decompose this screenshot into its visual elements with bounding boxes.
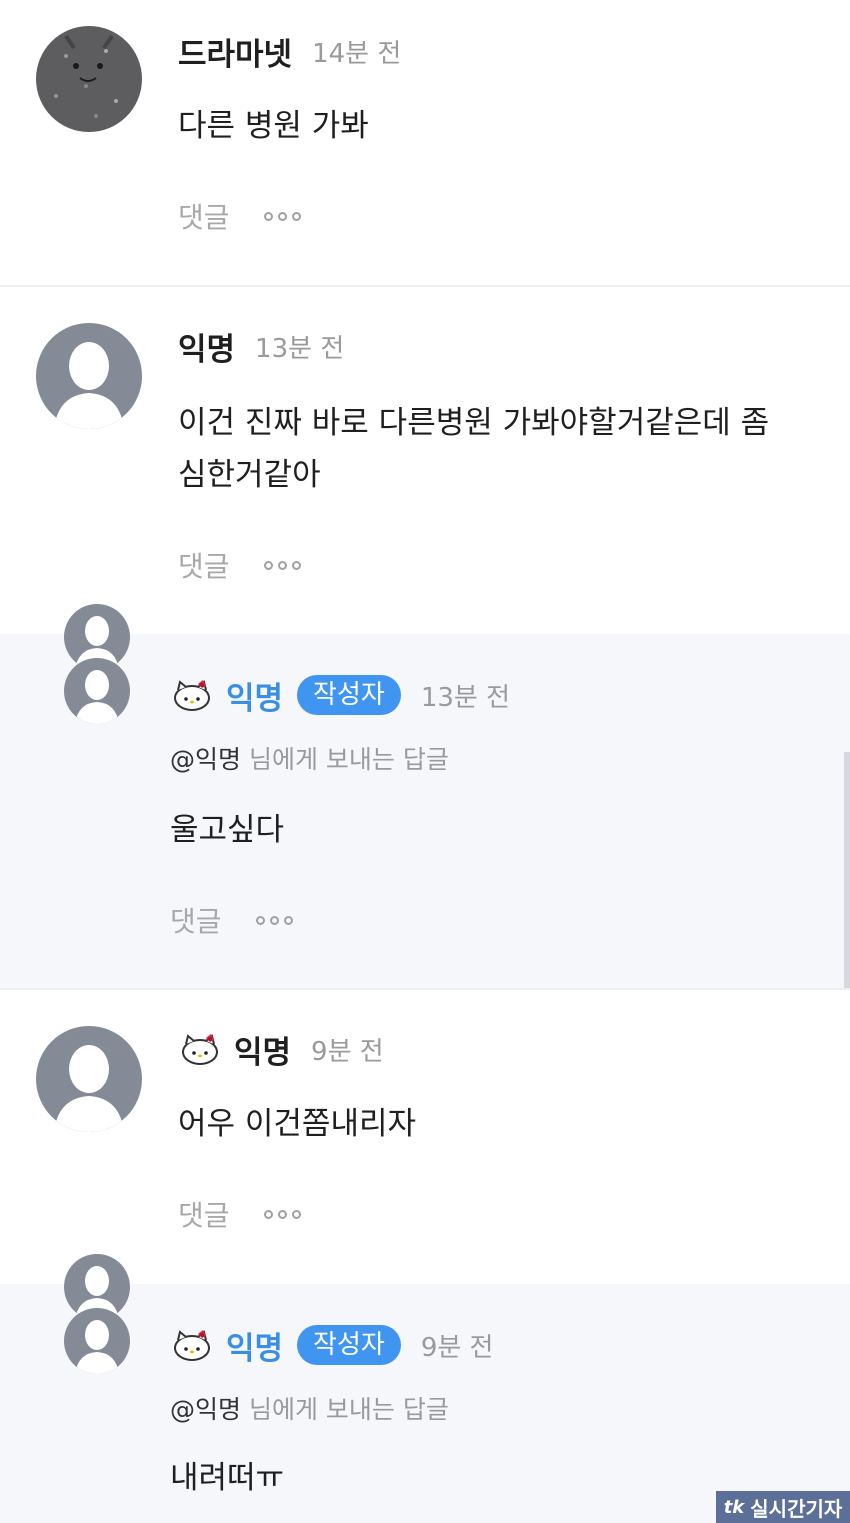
mention-suffix: 님에게 보내는 답글 xyxy=(248,745,449,774)
mention-suffix: 님에게 보내는 답글 xyxy=(248,1395,449,1424)
watermark-text: 실시간기자 xyxy=(750,1496,843,1521)
more-dots-icon[interactable] xyxy=(263,560,301,570)
reply-button[interactable]: 댓글 xyxy=(178,1194,230,1234)
comment-text-line: 심한거같아 xyxy=(178,457,321,493)
author-name[interactable]: 익명 xyxy=(226,1323,283,1368)
hello-kitty-icon xyxy=(174,1330,210,1361)
user-avatar[interactable] xyxy=(36,26,142,132)
watermark: tk 실시간기자 xyxy=(716,1491,850,1523)
comment-text: 이건 진짜 바로 다른병원 가봐야할거같은데 좀 심한거같아 xyxy=(178,397,769,501)
comment-header: 드라마넷 14분 전 xyxy=(178,26,401,76)
more-dots-icon[interactable] xyxy=(263,1209,301,1219)
default-avatar-icon xyxy=(64,658,130,724)
stacked-avatars xyxy=(64,1254,130,1374)
default-avatar-icon[interactable] xyxy=(36,1026,142,1132)
author-badge: 작성자 xyxy=(297,675,401,715)
watermark-logo: tk xyxy=(723,1496,745,1518)
author-name[interactable]: 익명 xyxy=(234,1027,291,1072)
stacked-avatars xyxy=(64,604,130,724)
default-avatar-icon[interactable] xyxy=(36,323,142,429)
comment-actions: 댓글 xyxy=(178,545,301,585)
comment-header: 익명 9분 전 xyxy=(180,1024,384,1074)
scrollbar[interactable] xyxy=(844,752,850,988)
author-name[interactable]: 드라마넷 xyxy=(178,29,292,74)
more-dots-icon[interactable] xyxy=(255,915,293,925)
comment-text: 다른 병원 가봐 xyxy=(178,108,369,144)
comment-text: 내려떠ㅠ xyxy=(170,1460,285,1496)
reply-button[interactable]: 댓글 xyxy=(170,900,222,940)
more-dots-icon[interactable] xyxy=(263,211,301,221)
timestamp: 9분 전 xyxy=(420,1332,494,1363)
comment-header: 익명 작성자 13분 전 xyxy=(172,670,510,720)
hello-kitty-icon xyxy=(174,680,210,711)
timestamp: 13분 전 xyxy=(255,333,345,364)
comment-text: 어우 이건쫌내리자 xyxy=(178,1106,417,1142)
comment-text-line: 이건 진짜 바로 다른병원 가봐야할거같은데 좀 xyxy=(178,405,770,441)
comment-actions: 댓글 xyxy=(178,1194,301,1234)
author-name[interactable]: 익명 xyxy=(178,324,235,369)
comment-header: 익명 13분 전 xyxy=(178,321,344,371)
reply-mention: @익명 님에게 보내는 답글 xyxy=(170,1390,449,1426)
timestamp: 9분 전 xyxy=(311,1036,384,1067)
reply-button[interactable]: 댓글 xyxy=(178,196,230,236)
timestamp: 14분 전 xyxy=(312,38,402,69)
reply-button[interactable]: 댓글 xyxy=(178,545,230,585)
comment-item: 익명 9분 전 어우 이건쫌내리자 댓글 xyxy=(0,990,850,1284)
reply-mention: @익명 님에게 보내는 답글 xyxy=(170,740,449,776)
mention-user[interactable]: @익명 xyxy=(170,1395,241,1424)
comment-text: 울고싶다 xyxy=(170,812,285,848)
comment-item: 익명 13분 전 이건 진짜 바로 다른병원 가봐야할거같은데 좀 심한거같아 … xyxy=(0,287,850,634)
comment-header: 익명 작성자 9분 전 xyxy=(172,1320,493,1370)
default-avatar-icon xyxy=(64,1308,130,1374)
comment-item: 드라마넷 14분 전 다른 병원 가봐 댓글 xyxy=(0,0,850,285)
comment-actions: 댓글 xyxy=(178,196,301,236)
mention-user[interactable]: @익명 xyxy=(170,745,241,774)
comment-actions: 댓글 xyxy=(170,900,293,940)
author-name[interactable]: 익명 xyxy=(226,673,283,718)
hello-kitty-icon xyxy=(182,1034,218,1065)
author-badge: 작성자 xyxy=(297,1325,401,1365)
timestamp: 13분 전 xyxy=(420,682,511,713)
